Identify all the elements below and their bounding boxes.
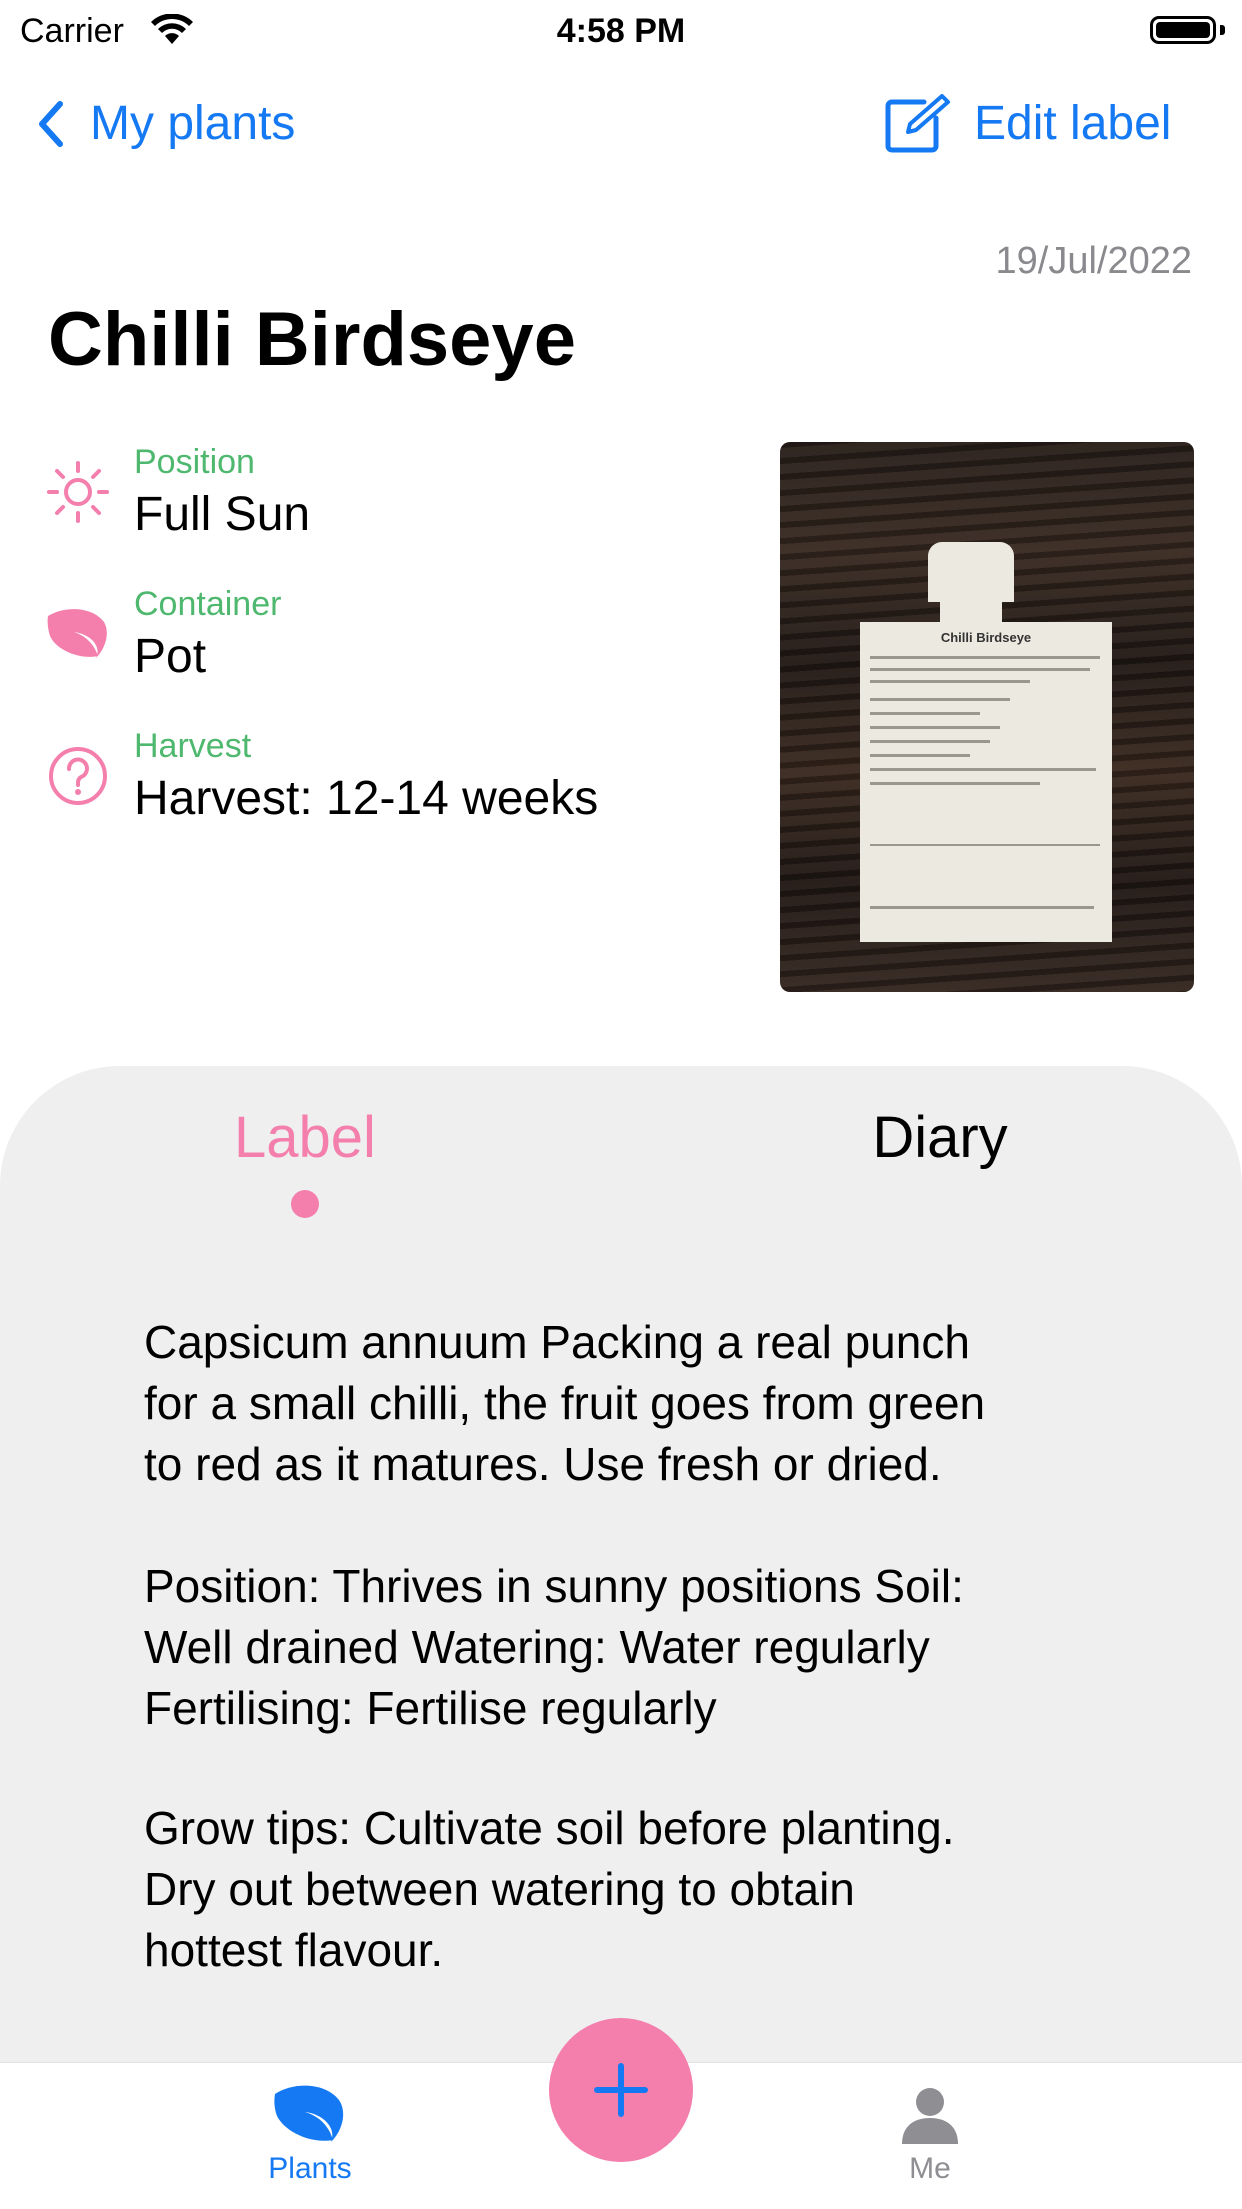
attribute-container: Container Pot xyxy=(40,582,281,688)
battery-icon xyxy=(1150,16,1216,44)
text-line: Fertilising: Fertilise regularly xyxy=(144,1682,717,1734)
attribute-position: Position Full Sun xyxy=(40,440,310,546)
edit-label-button[interactable]: Edit label xyxy=(884,92,1171,156)
text-line: to red as it matures. Use fresh or dried… xyxy=(144,1438,942,1490)
chevron-left-icon xyxy=(39,101,63,147)
text-line: Capsicum annuum Packing a real punch xyxy=(144,1316,970,1368)
attribute-label: Harvest xyxy=(134,727,252,765)
plant-label-photo[interactable]: Chilli Birdseye xyxy=(780,442,1194,992)
text-line: Dry out between watering to obtain xyxy=(144,1863,855,1915)
sun-icon xyxy=(40,454,116,530)
attribute-value: Full Sun xyxy=(134,488,311,541)
person-icon xyxy=(902,2088,958,2144)
battery-nub xyxy=(1220,25,1225,35)
question-icon xyxy=(40,738,116,814)
label-description: Capsicum annuum Packing a real punch for… xyxy=(144,1312,1124,1495)
attribute-label: Container xyxy=(134,585,282,623)
back-label: My plants xyxy=(90,97,296,150)
attribute-value: Pot xyxy=(134,630,207,683)
packet-title: Chilli Birdseye xyxy=(940,630,1032,645)
label-grow-tips: Grow tips: Cultivate soil before plantin… xyxy=(144,1798,1124,1981)
tab-diary[interactable]: Diary xyxy=(800,1102,1080,1174)
text-line: hottest flavour. xyxy=(144,1924,444,1976)
text-line: Position: Thrives in sunny positions Soi… xyxy=(144,1560,964,1612)
tab-me[interactable]: Me xyxy=(820,2082,1040,2186)
add-button[interactable] xyxy=(549,2018,693,2162)
tab-plants[interactable]: Plants xyxy=(200,2082,420,2186)
tab-selected-indicator xyxy=(291,1190,319,1218)
leaf-icon xyxy=(40,596,116,672)
text-line: Well drained Watering: Water regularly xyxy=(144,1621,930,1673)
plus-icon xyxy=(594,2063,648,2117)
tab-label[interactable]: Label xyxy=(170,1102,440,1174)
tab-plants-label: Plants xyxy=(268,2152,352,2185)
attribute-harvest: Harvest Harvest: 12-14 weeks xyxy=(40,724,598,830)
plant-name: Chilli Birdseye xyxy=(48,297,576,382)
status-time: 4:58 PM xyxy=(556,12,686,50)
text-line: for a small chilli, the fruit goes from … xyxy=(144,1377,986,1429)
attribute-value: Harvest: 12-14 weeks xyxy=(134,772,599,825)
tab-me-label: Me xyxy=(909,2152,951,2185)
plant-date: 19/Jul/2022 xyxy=(995,240,1193,282)
text-line: Grow tips: Cultivate soil before plantin… xyxy=(144,1802,955,1854)
attribute-label: Position xyxy=(134,443,255,481)
leaf-icon xyxy=(274,2085,344,2142)
edit-label-text: Edit label xyxy=(974,97,1172,150)
seed-packet-image: Chilli Birdseye xyxy=(860,622,1112,942)
edit-icon xyxy=(885,94,950,153)
back-button[interactable]: My plants xyxy=(36,92,295,156)
label-growing-info: Position: Thrives in sunny positions Soi… xyxy=(144,1556,1124,1739)
